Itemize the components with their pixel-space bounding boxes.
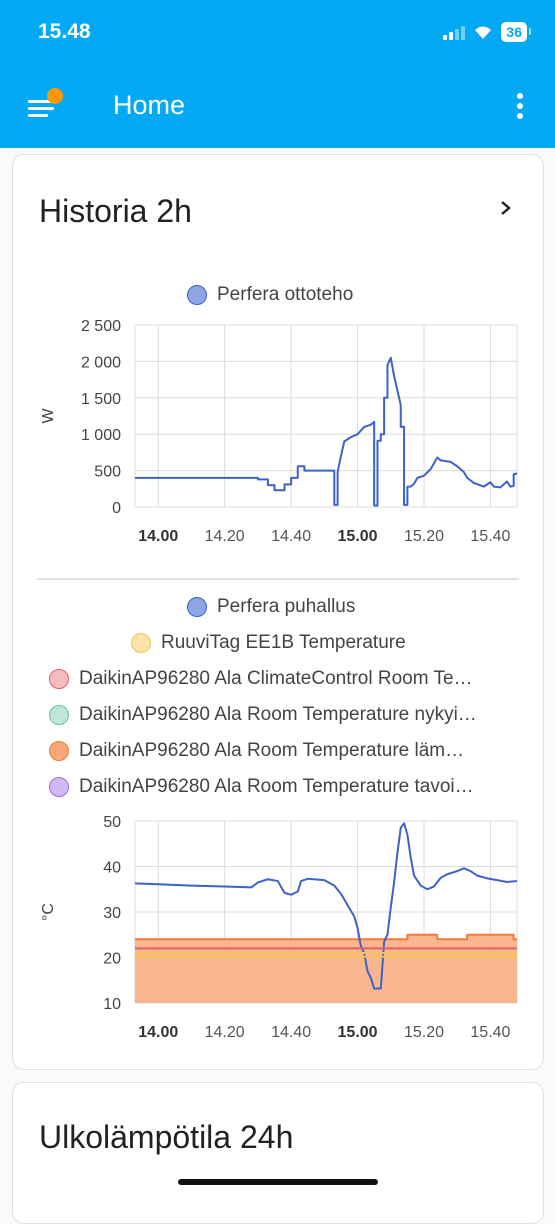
y-axis-label: °C xyxy=(40,903,57,921)
home-indicator[interactable] xyxy=(178,1179,378,1185)
y-tick-label: 2 000 xyxy=(81,354,121,371)
x-tick-label: 14.40 xyxy=(271,528,311,545)
legend-item[interactable]: DaikinAP96280 Ala Room Temperature nykyi… xyxy=(49,703,519,727)
legend-label: DaikinAP96280 Ala Room Temperature läm… xyxy=(79,740,465,761)
y-tick-label: 500 xyxy=(94,464,121,481)
legend-item[interactable]: DaikinAP96280 Ala Room Temperature läm… xyxy=(49,739,519,763)
card-title[interactable]: Ulkolämpötila 24h xyxy=(39,1119,293,1156)
y-tick-label: 1 500 xyxy=(81,391,121,408)
x-tick-label: 14.00 xyxy=(138,1024,178,1041)
legend-dot-icon xyxy=(49,777,69,797)
signal-icon xyxy=(443,24,466,40)
status-time: 15.48 xyxy=(38,20,91,43)
app-header: 15.48 36 Home xyxy=(0,0,555,148)
series-line xyxy=(135,933,517,941)
more-options-icon[interactable] xyxy=(515,93,525,119)
x-tick-label: 14.20 xyxy=(205,1024,245,1041)
x-tick-label: 15.40 xyxy=(470,1024,510,1041)
x-tick-label: 15.00 xyxy=(338,1024,378,1041)
x-tick-label: 14.20 xyxy=(205,528,245,545)
x-tick-label: 15.40 xyxy=(470,528,510,545)
legend-label: DaikinAP96280 Ala ClimateControl Room Te… xyxy=(79,668,473,689)
x-tick-label: 14.00 xyxy=(138,528,178,545)
legend-item[interactable]: DaikinAP96280 Ala Room Temperature tavoi… xyxy=(49,775,519,799)
legend-label: RuuviTag EE1B Temperature xyxy=(161,632,406,653)
x-tick-label: 15.20 xyxy=(404,1024,444,1041)
notification-dot xyxy=(47,88,63,104)
legend-label: DaikinAP96280 Ala Room Temperature nykyi… xyxy=(79,704,477,725)
legend-label: DaikinAP96280 Ala Room Temperature tavoi… xyxy=(79,776,474,797)
y-tick-label: 20 xyxy=(103,951,121,968)
y-tick-label: 30 xyxy=(103,905,121,922)
temperature-chart: 50 40 30 20 10 14.00 14.20 14.40 15.00 15.20 15.40… xyxy=(40,814,518,1041)
card-title[interactable]: Historia 2h xyxy=(39,193,192,230)
y-tick-label: 2 500 xyxy=(81,318,121,335)
menu-button[interactable] xyxy=(26,88,63,124)
legend-dot-icon xyxy=(49,741,69,761)
y-tick-label: 40 xyxy=(103,860,121,877)
y-tick-label: 0 xyxy=(112,500,121,517)
legend-dot-icon xyxy=(49,705,69,725)
legend-dot-icon xyxy=(187,597,207,617)
outdoor-temperature-card: Ulkolämpötila 24h xyxy=(12,1082,544,1224)
page-title: Home xyxy=(113,90,186,120)
legend-item[interactable]: Perfera puhallus xyxy=(187,595,355,619)
legend-item[interactable]: DaikinAP96280 Ala ClimateControl Room Te… xyxy=(49,667,519,691)
battery-indicator: 36 xyxy=(501,22,531,42)
y-axis-label: W xyxy=(40,408,57,424)
x-tick-label: 15.20 xyxy=(404,528,444,545)
status-icons: 36 xyxy=(443,20,531,44)
y-tick-label: 1 000 xyxy=(81,427,121,444)
chart-divider xyxy=(37,578,519,580)
y-tick-label: 10 xyxy=(103,996,121,1013)
chevron-right-icon[interactable] xyxy=(499,201,513,215)
history-card: Historia 2h Perfera ottoteho 2 500 2 000 1… xyxy=(12,154,544,1070)
legend-label: Perfera ottoteho xyxy=(217,284,354,305)
series-area xyxy=(135,934,517,1003)
x-tick-label: 14.40 xyxy=(271,1024,311,1041)
legend-dot-icon xyxy=(187,285,207,305)
legend-item[interactable]: Perfera ottoteho xyxy=(187,283,353,307)
x-tick-label: 15.00 xyxy=(338,528,378,545)
power-chart: 2 500 2 000 1 500 1 000 500 0 14.00 14.20 14.40 1… xyxy=(40,318,518,545)
legend-item[interactable]: RuuviTag EE1B Temperature xyxy=(131,631,406,655)
legend-dot-icon xyxy=(131,633,151,653)
legend-label: Perfera puhallus xyxy=(217,596,356,617)
legend-dot-icon xyxy=(49,669,69,689)
wifi-icon xyxy=(475,26,492,39)
y-tick-label: 50 xyxy=(103,814,121,831)
series-line xyxy=(135,356,518,507)
